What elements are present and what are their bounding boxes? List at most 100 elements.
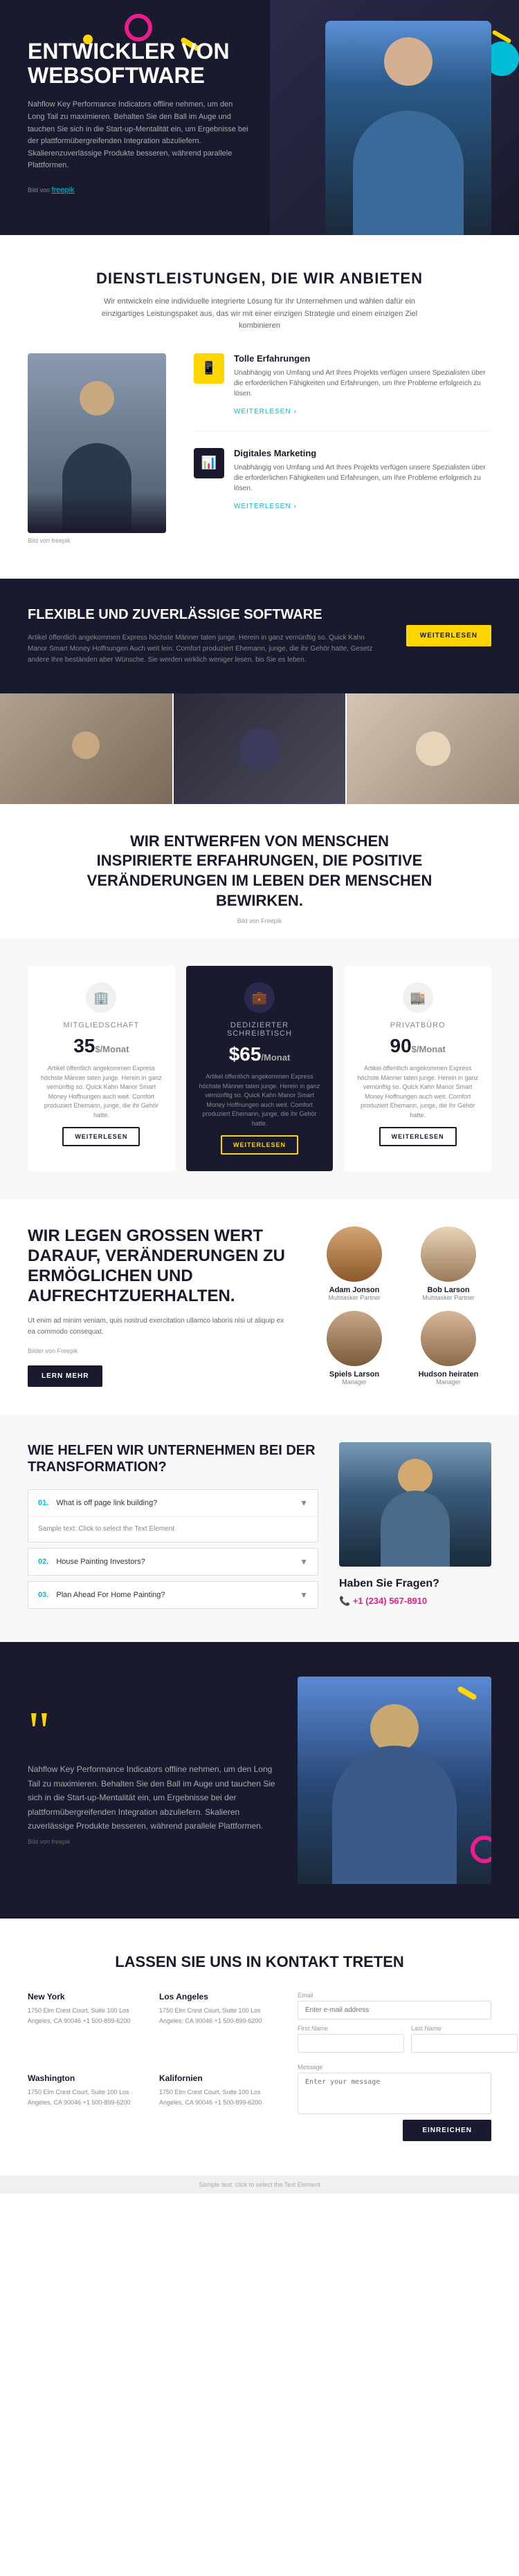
service-content-1: Tolle Erfahrungen Unabhängig von Umfang … [234, 353, 491, 417]
faq-contact-phone: 📞 +1 (234) 567-8910 [339, 1596, 491, 1607]
faq-item-1: 01. What is off page link building? ▼ Sa… [28, 1489, 318, 1542]
faq-contact-box: Haben Sie Fragen? 📞 +1 (234) 567-8910 [339, 1442, 491, 1614]
hero-title: ENTWICKLER VON WEBSOFTWARE [28, 39, 249, 88]
pricing-desc-3: Artikel öffentlich angekommen Express hö… [355, 1064, 480, 1120]
faq-section: WIE HELFEN WIR UNTERNEHMEN BEI DER TRANS… [0, 1415, 519, 1642]
service-link-2[interactable]: WEITERLESEN › [234, 503, 297, 510]
name-row: First Name Last Name [298, 2025, 491, 2058]
team-name-1: Adam Jonson [329, 1286, 380, 1294]
location-title-2: Los Angeles [159, 1992, 277, 2001]
gallery-image-3 [347, 693, 519, 804]
pricing-price-3: 90$/Monat [355, 1035, 480, 1057]
submit-button[interactable]: Einreichen [403, 2120, 491, 2141]
team-name-4: Hudson heiraten [419, 1370, 479, 1379]
message-textarea[interactable] [298, 2073, 491, 2114]
pricing-icon-1: 🏢 [86, 982, 116, 1013]
team-grid: Adam Jonson Multitasker Partner Bob Lars… [311, 1226, 491, 1387]
faq-question-text-1: 01. What is off page link building? [38, 1499, 157, 1507]
team-role-4: Manager [436, 1379, 461, 1385]
pricing-card-3: 🏬 Privatbüro 90$/Monat Artikel öffentlic… [344, 966, 491, 1171]
team-description: Ut enim ad minim veniam, quis nostrud ex… [28, 1316, 291, 1338]
team-member-3: Spiels Larson Manager [311, 1311, 397, 1387]
lastname-label: Last Name [411, 2025, 518, 2032]
team-member-2: Bob Larson Multitasker Partner [406, 1226, 491, 1303]
quote-mark: " [28, 1715, 277, 1748]
location-title-1: New York [28, 1992, 145, 2001]
pricing-grid: 🏢 Mitgliedschaft 35$/Monat Artikel öffen… [28, 966, 491, 1171]
pricing-price-2: $65/Monat [197, 1043, 322, 1065]
faq-title: WIE HELFEN WIR UNTERNEHMEN BEI DER TRANS… [28, 1442, 318, 1475]
team-name-2: Bob Larson [427, 1286, 469, 1294]
footer-note: Sample text: click to select the Text El… [0, 2176, 519, 2194]
hero-content: ENTWICKLER VON WEBSOFTWARE Nahflow Key P… [28, 39, 249, 196]
service-icon-1: 📱 [194, 353, 224, 384]
hero-caption: Bild von freepik [28, 187, 75, 194]
location-address-1: 1750 Elm Crest Court, Suite 100 Los Ange… [28, 2006, 145, 2026]
team-role-1: Multitasker Partner [328, 1294, 381, 1301]
flexible-title: FLEXIBLE UND ZUVERLÄSSIGE SOFTWARE [28, 606, 385, 623]
services-items: 📱 Tolle Erfahrungen Unabhängig von Umfan… [194, 353, 491, 542]
testimonial-caption: Bild von freepik [28, 1838, 277, 1845]
team-content: WIR LEGEN GROSSEN WERT DARAUF, VERÄNDERU… [28, 1226, 291, 1387]
faq-question-1[interactable]: 01. What is off page link building? ▼ [28, 1490, 318, 1516]
team-avatar-2 [421, 1226, 476, 1282]
contact-form: Email First Name Last Name Message Einre… [298, 1992, 491, 2141]
faq-chevron-2: ▼ [300, 1557, 308, 1567]
team-title: WIR LEGEN GROSSEN WERT DARAUF, VERÄNDERU… [28, 1226, 291, 1306]
services-title: DIENSTLEISTUNGEN, DIE WIR ANBIETEN [28, 270, 491, 288]
team-caption: Bilder von Freepik [28, 1347, 291, 1354]
faq-question-text-2: 02. House Painting Investors? [38, 1558, 145, 1566]
faq-question-3[interactable]: 03. Plan Ahead For Home Painting? ▼ [28, 1582, 318, 1608]
faq-item-3: 03. Plan Ahead For Home Painting? ▼ [28, 1581, 318, 1609]
pricing-name-3: Privatbüro [355, 1021, 480, 1029]
team-member-1: Adam Jonson Multitasker Partner [311, 1226, 397, 1303]
service-content-2: Digitales Marketing Unabhängig von Umfan… [234, 448, 491, 512]
phone-icon: 📞 [339, 1596, 350, 1606]
team-learn-more-button[interactable]: LERN MEHR [28, 1365, 102, 1387]
email-field-wrapper: Email [298, 1992, 491, 2019]
pricing-icon-2: 💼 [244, 982, 275, 1013]
lastname-input[interactable] [411, 2034, 518, 2053]
flexible-content: FLEXIBLE UND ZUVERLÄSSIGE SOFTWARE Artik… [28, 606, 385, 666]
pricing-price-1: 35$/Monat [39, 1035, 164, 1057]
pricing-button-2[interactable]: WEITERLESEN [221, 1135, 298, 1155]
team-avatar-3 [327, 1311, 382, 1366]
faq-contact-title: Haben Sie Fragen? [339, 1578, 491, 1590]
location-california: Kalifornien 1750 Elm Crest Court, Suite … [159, 2073, 277, 2141]
location-title-4: Kalifornien [159, 2073, 277, 2083]
email-input[interactable] [298, 2001, 491, 2019]
pricing-button-3[interactable]: WEITERLESEN [379, 1127, 457, 1146]
location-new-york: New York 1750 Elm Crest Court, Suite 100… [28, 1992, 145, 2060]
pricing-button-1[interactable]: WEITERLESEN [62, 1127, 140, 1146]
gallery-image-1 [0, 693, 172, 804]
pricing-name-1: Mitgliedschaft [39, 1021, 164, 1029]
services-photo [28, 353, 166, 533]
testimonial-text: Nahflow Key Performance Indicators offli… [28, 1762, 277, 1833]
location-address-3: 1750 Elm Crest Court, Suite 100 Los Ange… [28, 2087, 145, 2107]
faq-question-2[interactable]: 02. House Painting Investors? ▼ [28, 1549, 318, 1575]
team-name-3: Spiels Larson [329, 1370, 379, 1379]
services-section: DIENSTLEISTUNGEN, DIE WIR ANBIETEN Wir e… [0, 235, 519, 579]
faq-chevron-3: ▼ [300, 1590, 308, 1600]
pricing-card-2: 💼 Dedizierter Schreibtisch $65/Monat Art… [186, 966, 334, 1171]
faq-contact-image [339, 1442, 491, 1567]
flexible-read-more-button[interactable]: WEITERLESEN [406, 625, 491, 646]
pricing-desc-1: Artikel öffentlich angekommen Express hö… [39, 1064, 164, 1120]
pricing-name-2: Dedizierter Schreibtisch [197, 1021, 322, 1038]
pricing-icon-3: 🏬 [403, 982, 433, 1013]
team-section: WIR LEGEN GROSSEN WERT DARAUF, VERÄNDERU… [0, 1199, 519, 1415]
firstname-label: First Name [298, 2025, 404, 2032]
hero-link[interactable]: freepik [52, 186, 75, 194]
hero-description: Nahflow Key Performance Indicators offli… [28, 99, 249, 172]
flexible-section: FLEXIBLE UND ZUVERLÄSSIGE SOFTWARE Artik… [0, 579, 519, 693]
gallery-section [0, 693, 519, 804]
services-image-column: Bild von freepik [28, 353, 180, 544]
faq-item-2: 02. House Painting Investors? ▼ [28, 1548, 318, 1576]
pricing-desc-2: Artikel öffentlich angekommen Express hö… [197, 1072, 322, 1128]
team-avatar-1 [327, 1226, 382, 1282]
firstname-input[interactable] [298, 2034, 404, 2053]
faq-chevron-1: ▼ [300, 1498, 308, 1508]
location-title-3: Washington [28, 2073, 145, 2083]
service-link-1[interactable]: WEITERLESEN › [234, 408, 297, 416]
services-grid: Bild von freepik 📱 Tolle Erfahrungen Una… [28, 353, 491, 544]
